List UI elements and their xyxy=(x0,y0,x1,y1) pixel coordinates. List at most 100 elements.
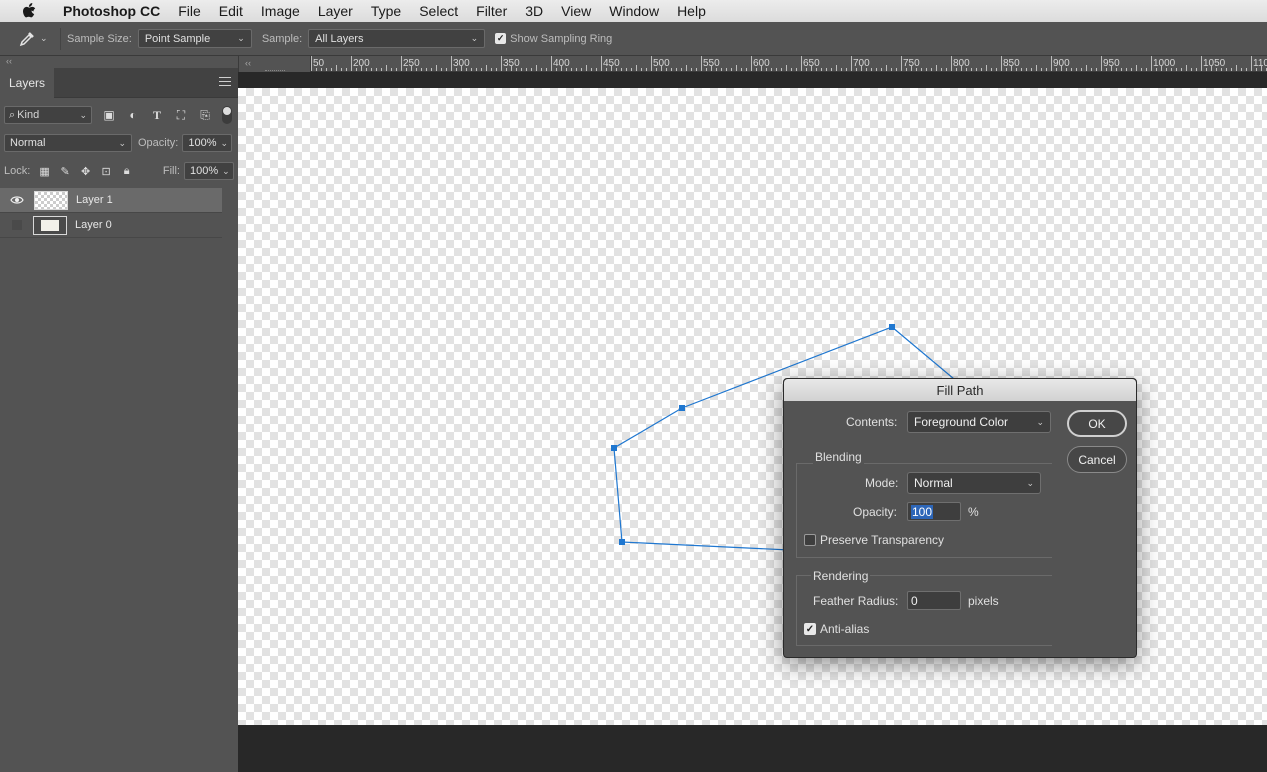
ruler-minor-tick xyxy=(1146,68,1147,71)
shape-layer-filter-icon[interactable]: ⛶ xyxy=(174,108,188,122)
ruler-minor-tick xyxy=(466,68,467,71)
menu-view[interactable]: View xyxy=(552,0,600,22)
opacity-label: Opacity: xyxy=(853,505,898,519)
dialog-title[interactable]: Fill Path xyxy=(784,379,1136,401)
type-layer-filter-icon[interactable]: T xyxy=(150,108,164,122)
ruler-minor-tick xyxy=(1256,68,1257,71)
menu-select[interactable]: Select xyxy=(410,0,467,22)
filter-kind-select[interactable]: ⌕ Kind ⌄ xyxy=(4,106,92,124)
panel-menu-icon[interactable] xyxy=(219,77,231,87)
menu-filter[interactable]: Filter xyxy=(467,0,516,22)
ruler-minor-tick xyxy=(761,65,762,71)
ruler-minor-tick xyxy=(526,68,527,71)
visibility-toggle[interactable] xyxy=(12,220,22,230)
ruler-minor-tick xyxy=(521,68,522,71)
show-sampling-ring-checkbox[interactable] xyxy=(495,33,507,44)
menu-window[interactable]: Window xyxy=(600,0,668,22)
contents-select[interactable]: Foreground Color ⌄ xyxy=(907,411,1051,433)
ruler-minor-tick xyxy=(391,68,392,71)
tool-preset-picker[interactable]: ⌄ xyxy=(18,26,54,52)
opacity-label: Opacity: xyxy=(138,137,179,149)
ruler-minor-tick xyxy=(976,68,977,71)
menu-edit[interactable]: Edit xyxy=(210,0,252,22)
apple-icon[interactable] xyxy=(20,2,38,20)
cancel-button[interactable]: Cancel xyxy=(1067,446,1127,473)
ruler-minor-tick xyxy=(641,68,642,71)
ruler-minor-tick xyxy=(691,68,692,71)
pixel-layer-filter-icon[interactable]: ▣ xyxy=(102,108,116,122)
horizontal-ruler[interactable]: 50 200 250 300 350 400 450 500 550 600 650 700 750 80… xyxy=(311,56,1267,72)
menu-bar: Photoshop CC File Edit Image Layer Type … xyxy=(0,0,1267,22)
ruler-minor-tick xyxy=(771,68,772,71)
ruler-minor-tick xyxy=(941,68,942,71)
menu-file[interactable]: File xyxy=(169,0,210,22)
opacity-input[interactable]: 100 xyxy=(907,502,961,521)
layer-row[interactable]: Layer 1 xyxy=(0,188,222,213)
ruler-minor-tick xyxy=(671,68,672,71)
contents-value: Foreground Color xyxy=(914,415,1009,429)
sample-size-select[interactable]: Point Sample ⌄ xyxy=(137,29,252,48)
menu-help[interactable]: Help xyxy=(668,0,715,22)
layer-name[interactable]: Layer 1 xyxy=(76,194,113,206)
menu-type[interactable]: Type xyxy=(362,0,410,22)
lock-artboard-icon[interactable]: ⊡ xyxy=(100,164,113,178)
ruler-minor-tick xyxy=(341,68,342,71)
menu-image[interactable]: Image xyxy=(252,0,309,22)
ruler-minor-tick xyxy=(726,68,727,71)
ok-button[interactable]: OK xyxy=(1067,410,1127,437)
ruler-minor-tick xyxy=(1166,68,1167,71)
ruler-minor-tick xyxy=(756,68,757,71)
layer-thumbnail xyxy=(33,215,67,235)
filter-toggle[interactable] xyxy=(222,106,232,124)
lock-position-icon[interactable]: ✥ xyxy=(79,164,92,178)
ruler-minor-tick xyxy=(926,68,927,71)
layer-list: Layer 1 Layer 0 xyxy=(0,188,222,238)
ruler-minor-tick xyxy=(921,68,922,71)
anti-alias-checkbox[interactable] xyxy=(804,623,816,635)
eye-icon[interactable] xyxy=(9,194,25,206)
ruler-minor-tick xyxy=(951,68,952,71)
fill-field[interactable]: 100% ⌄ xyxy=(183,162,234,180)
ruler-minor-tick xyxy=(1016,68,1017,71)
menu-3d[interactable]: 3D xyxy=(516,0,552,22)
ruler-minor-tick xyxy=(751,68,752,71)
smart-object-filter-icon[interactable]: ⎘ xyxy=(198,108,212,122)
ruler-minor-tick xyxy=(541,68,542,71)
ruler-minor-tick xyxy=(556,68,557,71)
layers-panel: ‹‹ Layers ⌕ Kind ⌄ ▣ ◐ T ⛶ ⎘ Normal ⌄ Op… xyxy=(0,56,238,772)
ruler-minor-tick xyxy=(1116,68,1117,71)
ruler-minor-tick xyxy=(531,68,532,71)
layer-name[interactable]: Layer 0 xyxy=(75,219,112,231)
ruler-minor-tick xyxy=(1241,68,1242,71)
preserve-transparency-checkbox[interactable] xyxy=(804,534,816,546)
collapse-icon[interactable]: ‹‹ xyxy=(6,56,12,66)
ruler-minor-tick xyxy=(781,68,782,71)
ruler-minor-tick xyxy=(1061,65,1062,71)
ruler-minor-tick xyxy=(626,68,627,71)
lock-image-pixels-icon[interactable]: ✎ xyxy=(59,164,72,178)
blend-mode-select[interactable]: Normal ⌄ xyxy=(4,134,132,152)
ruler-minor-tick xyxy=(741,68,742,71)
ruler-minor-tick xyxy=(606,68,607,71)
ruler-minor-tick xyxy=(971,68,972,71)
ruler-minor-tick xyxy=(571,68,572,71)
sample-select[interactable]: All Layers ⌄ xyxy=(308,29,486,48)
chevron-down-icon: ⌄ xyxy=(470,33,479,43)
menu-app[interactable]: Photoshop CC xyxy=(54,0,169,22)
tab-layers[interactable]: Layers xyxy=(0,68,54,98)
collapse-icon[interactable]: ‹‹ xyxy=(245,58,251,68)
opacity-field[interactable]: 100% ⌄ xyxy=(182,134,233,152)
adjustment-layer-filter-icon[interactable]: ◐ xyxy=(126,108,140,122)
lock-all-icon[interactable]: 🔒︎ xyxy=(120,164,133,178)
ruler-minor-tick xyxy=(456,68,457,71)
group-divider xyxy=(796,575,797,645)
layer-row[interactable]: Layer 0 xyxy=(0,213,222,238)
ruler-minor-tick xyxy=(746,68,747,71)
opacity-value: 100 xyxy=(911,504,934,519)
ruler-minor-tick xyxy=(351,68,352,71)
ruler-minor-tick xyxy=(871,68,872,71)
feather-radius-input[interactable]: 0 xyxy=(907,591,961,610)
menu-layer[interactable]: Layer xyxy=(309,0,362,22)
mode-select[interactable]: Normal ⌄ xyxy=(907,472,1041,494)
lock-transparent-pixels-icon[interactable]: ▦ xyxy=(38,164,51,178)
